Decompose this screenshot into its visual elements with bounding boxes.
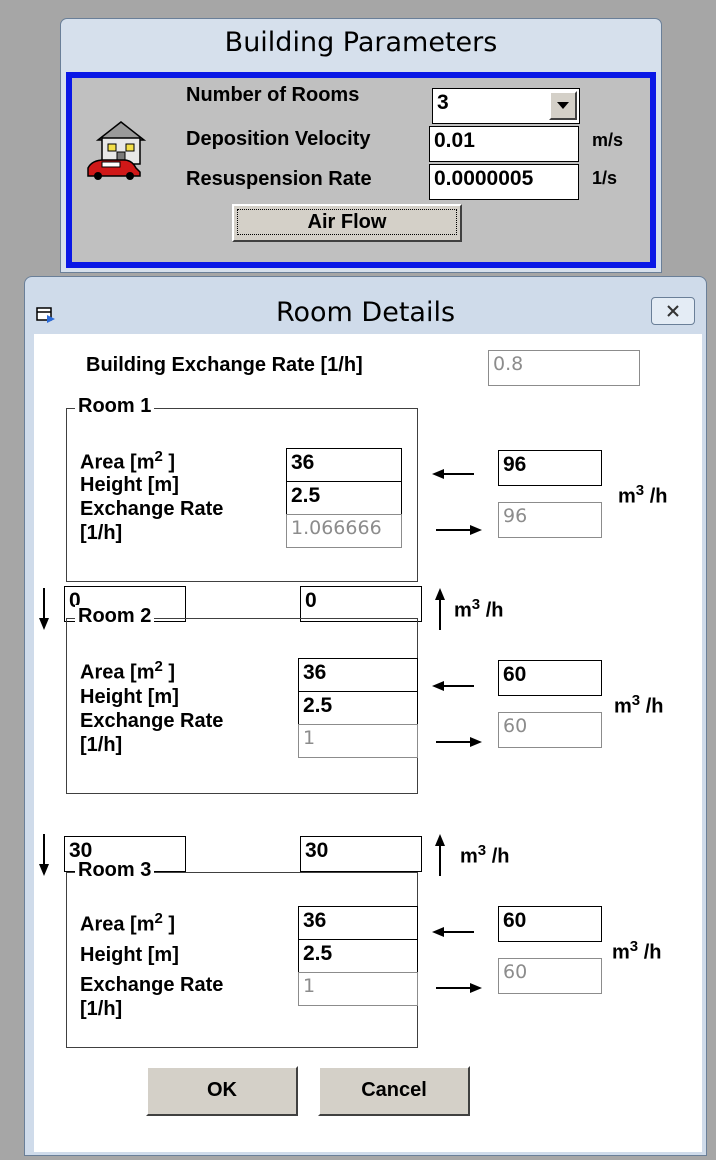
number-of-rooms-value: 3 [437, 91, 449, 114]
area-label: Area [m2 ] [80, 910, 176, 936]
arrow-right-icon [436, 983, 482, 993]
window-title: Building Parameters [224, 27, 498, 58]
exchange-rate-unit-label: [1/h] [80, 998, 123, 1020]
arrow-left-icon [432, 927, 474, 937]
air-flow-button[interactable]: Air Flow [232, 204, 462, 242]
room-2-exchange-rate-field: 1 [298, 724, 418, 758]
arrow-up-icon [435, 588, 445, 630]
room-1-title: Room 1 [75, 395, 155, 418]
room-2-flow-out-field: 60 [498, 712, 602, 748]
room-1-flow-unit: m3 /h [618, 482, 668, 508]
arrow-left-icon [432, 469, 474, 479]
resuspension-rate-input[interactable]: 0.0000005 [429, 164, 579, 200]
room-1-area-input[interactable]: 36 [286, 448, 402, 482]
dropdown-button[interactable] [549, 91, 577, 120]
deposition-velocity-label: Deposition Velocity [186, 128, 371, 150]
room-1-flow-out-field: 96 [498, 502, 602, 538]
interflow-2-up-input[interactable]: 30 [300, 836, 422, 872]
interflow-1-unit: m3 /h [454, 596, 504, 622]
arrow-down-icon [39, 588, 49, 630]
room-3-height-input[interactable]: 2.5 [298, 939, 418, 973]
resuspension-unit: 1/s [592, 168, 618, 188]
arrow-left-icon [432, 681, 474, 691]
room-1-exchange-rate-field: 1.066666 [286, 514, 402, 548]
height-label: Height [m] [80, 944, 179, 966]
room-3-exchange-rate-field: 1 [298, 972, 418, 1006]
arrow-up-icon [435, 834, 445, 876]
ok-button[interactable]: OK [146, 1066, 298, 1116]
exchange-rate-label: Exchange Rate [80, 974, 224, 996]
exchange-rate-unit-label: [1/h] [80, 522, 123, 544]
room-3-flow-out-field: 60 [498, 958, 602, 994]
building-parameters-panel: Number of Rooms 3 Deposition Velocity 0.… [66, 72, 656, 268]
house-car-icon [87, 121, 147, 180]
interflow-2-unit: m3 /h [460, 842, 510, 868]
room-2-flow-in-input[interactable]: 60 [498, 660, 602, 696]
building-exchange-rate-label: Building Exchange Rate [1/h] [86, 354, 363, 376]
resuspension-rate-label: Resuspension Rate [186, 168, 372, 190]
room-2-title: Room 2 [75, 605, 155, 628]
air-flow-button-label: Air Flow [236, 209, 458, 235]
room-1-flow-in-input[interactable]: 96 [498, 450, 602, 486]
close-icon [667, 305, 679, 317]
room-3-flow-in-input[interactable]: 60 [498, 906, 602, 942]
height-label: Height [m] [80, 686, 179, 708]
room-2-height-input[interactable]: 2.5 [298, 691, 418, 725]
number-of-rooms-select[interactable]: 3 [432, 88, 580, 124]
area-label: Area [m2 ] [80, 658, 176, 684]
arrow-right-icon [436, 737, 482, 747]
room-3-flow-unit: m3 /h [612, 938, 662, 964]
cancel-button[interactable]: Cancel [318, 1066, 470, 1116]
area-label: Area [m2 ] [80, 448, 176, 474]
exchange-rate-label: Exchange Rate [80, 710, 224, 732]
deposition-velocity-input[interactable]: 0.01 [429, 126, 579, 162]
room-3-area-input[interactable]: 36 [298, 906, 418, 940]
dialog-title: Room Details [275, 297, 456, 328]
exchange-rate-unit-label: [1/h] [80, 734, 123, 756]
building-exchange-rate-field: 0.8 [488, 350, 640, 386]
deposition-unit: m/s [592, 130, 624, 150]
room-2-area-input[interactable]: 36 [298, 658, 418, 692]
height-label: Height [m] [80, 474, 179, 496]
arrow-down-icon [39, 834, 49, 876]
interflow-1-up-input[interactable]: 0 [300, 586, 422, 622]
room-1-height-input[interactable]: 2.5 [286, 481, 402, 515]
room-3-title: Room 3 [75, 859, 155, 882]
close-button[interactable] [651, 297, 695, 325]
number-of-rooms-label: Number of Rooms [186, 84, 360, 106]
chevron-down-icon [557, 102, 569, 109]
room-2-flow-unit: m3 /h [614, 692, 664, 718]
arrow-right-icon [436, 525, 482, 535]
room-details-panel: Building Exchange Rate [1/h] 0.8 Room 1 … [34, 334, 702, 1152]
exchange-rate-label: Exchange Rate [80, 498, 224, 520]
